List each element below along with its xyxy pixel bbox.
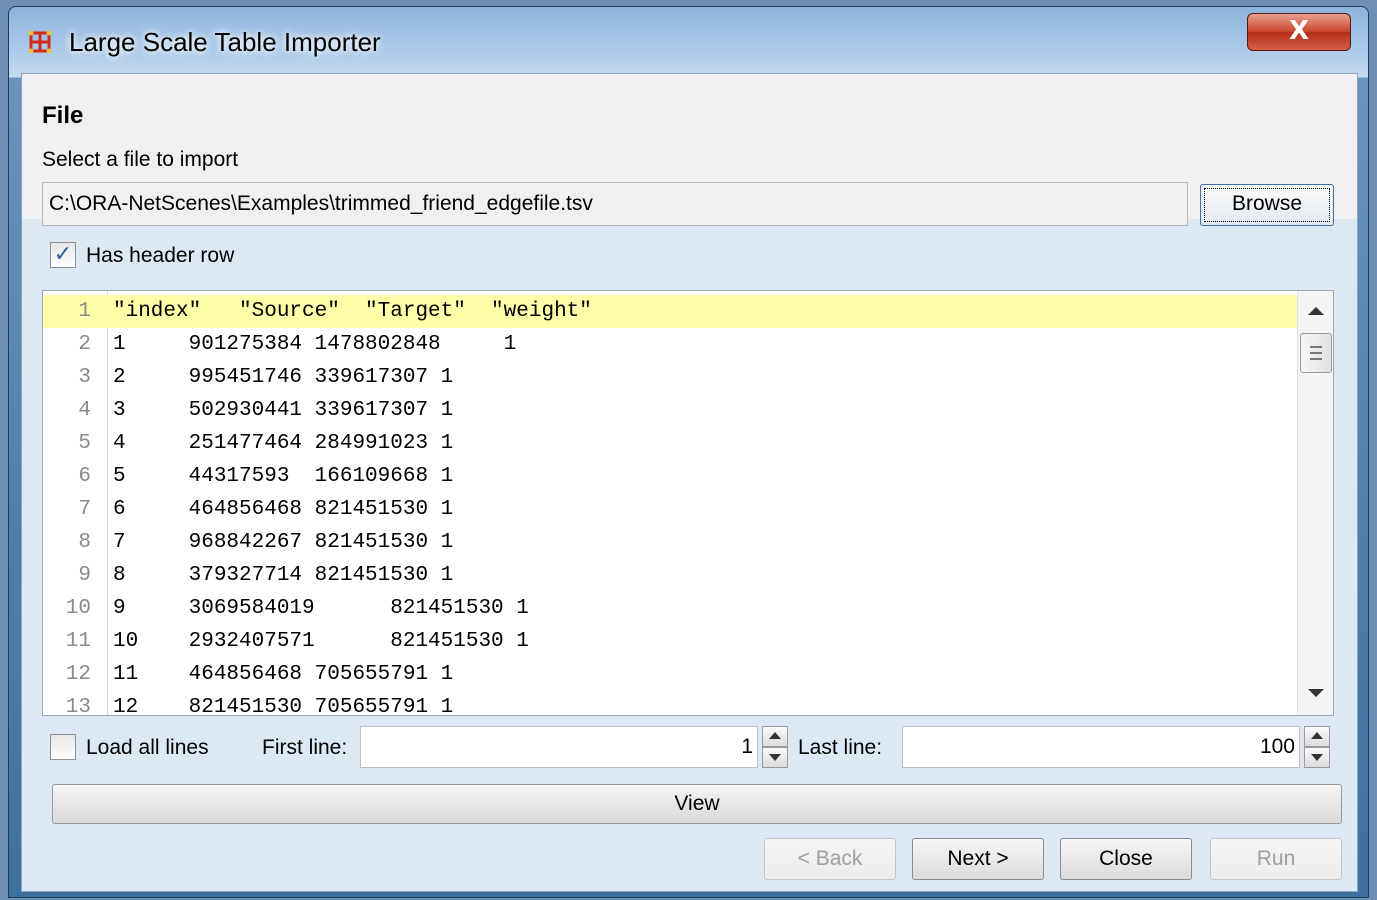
line-number: 6: [78, 465, 91, 488]
section-title: File: [42, 102, 84, 129]
first-line-spinner[interactable]: [762, 726, 788, 768]
line-content: 5 44317593 166109668 1: [113, 465, 454, 488]
next-button[interactable]: Next >: [912, 838, 1044, 880]
line-number: 13: [65, 696, 91, 716]
last-line-spinner[interactable]: [1304, 726, 1330, 768]
scroll-down-arrow-icon[interactable]: [1308, 689, 1324, 697]
window-title: Large Scale Table Importer: [69, 27, 381, 57]
vertical-scrollbar[interactable]: [1297, 291, 1333, 715]
window-close-button[interactable]: X: [1247, 13, 1351, 51]
line-number: 9: [78, 564, 91, 587]
scroll-up-arrow-icon[interactable]: [1308, 307, 1324, 315]
line-number: 1: [78, 300, 91, 323]
line-content: 12 821451530 705655791 1: [113, 696, 454, 716]
last-line-label: Last line:: [798, 736, 883, 759]
preview-line: 3 2 995451746 339617307 1: [43, 361, 1297, 394]
preview-line: 8 7 968842267 821451530 1: [43, 526, 1297, 559]
load-all-label: Load all lines: [86, 736, 209, 759]
back-button[interactable]: < Back: [764, 838, 896, 880]
preview-line: 2 1 901275384 1478802848 1: [43, 328, 1297, 361]
section-subtitle: Select a file to import: [42, 148, 239, 171]
line-range-row: Load all lines First line: 1 Last line: …: [22, 722, 1357, 774]
first-line-label: First line:: [262, 736, 348, 759]
load-all-checkbox[interactable]: [50, 734, 76, 760]
line-content: 11 464856468 705655791 1: [113, 663, 454, 686]
run-button[interactable]: Run: [1210, 838, 1342, 880]
preview-line: 6 5 44317593 166109668 1: [43, 460, 1297, 493]
first-line-decrement-icon[interactable]: [762, 747, 788, 768]
line-number: 12: [65, 663, 91, 686]
line-content: "index" "Source" "Target" "weight": [113, 300, 592, 323]
preview-line: 7 6 464856468 821451530 1: [43, 493, 1297, 526]
preview-line: 13 12 821451530 705655791 1: [43, 691, 1297, 716]
file-path-field[interactable]: C:\ORA-NetScenes\Examples\trimmed_friend…: [42, 182, 1188, 226]
line-number: 10: [65, 597, 91, 620]
preview-line: 12 11 464856468 705655791 1: [43, 658, 1297, 691]
line-content: 1 901275384 1478802848 1: [113, 333, 517, 356]
line-number: 11: [65, 630, 91, 653]
line-number: 3: [78, 366, 91, 389]
last-line-input[interactable]: 100: [902, 726, 1300, 768]
importer-window: Large Scale Table Importer X File Select…: [8, 6, 1369, 898]
line-content: 10 2932407571 821451530 1: [113, 630, 529, 653]
preview-line: 4 3 502930441 339617307 1: [43, 394, 1297, 427]
last-line-increment-icon[interactable]: [1304, 726, 1330, 747]
line-content: 4 251477464 284991023 1: [113, 432, 454, 455]
dialog-body: File Select a file to import C:\ORA-NetS…: [21, 73, 1358, 892]
line-content: 9 3069584019 821451530 1: [113, 597, 529, 620]
browse-button[interactable]: Browse: [1200, 184, 1334, 226]
line-content: 7 968842267 821451530 1: [113, 531, 454, 554]
line-number: 2: [78, 333, 91, 356]
line-content: 3 502930441 339617307 1: [113, 399, 454, 422]
preview-line: 5 4 251477464 284991023 1: [43, 427, 1297, 460]
preview-line: 9 8 379327714 821451530 1: [43, 559, 1297, 592]
line-number: 8: [78, 531, 91, 554]
line-content: 6 464856468 821451530 1: [113, 498, 454, 521]
line-number: 7: [78, 498, 91, 521]
preview-line: 10 9 3069584019 821451530 1: [43, 592, 1297, 625]
close-button[interactable]: Close: [1060, 838, 1192, 880]
preview-line: 1 "index" "Source" "Target" "weight": [43, 295, 1297, 328]
has-header-label: Has header row: [86, 244, 235, 267]
network-grid-icon: [29, 31, 51, 53]
has-header-checkbox[interactable]: ✓: [50, 242, 76, 268]
line-number: 4: [78, 399, 91, 422]
last-line-decrement-icon[interactable]: [1304, 747, 1330, 768]
line-content: 2 995451746 339617307 1: [113, 366, 454, 389]
first-line-increment-icon[interactable]: [762, 726, 788, 747]
first-line-input[interactable]: 1: [360, 726, 758, 768]
line-content: 8 379327714 821451530 1: [113, 564, 454, 587]
file-preview[interactable]: 1 "index" "Source" "Target" "weight" 2 1 90…: [42, 290, 1334, 716]
scroll-thumb[interactable]: [1300, 333, 1332, 373]
preview-line: 11 10 2932407571 821451530 1: [43, 625, 1297, 658]
line-number: 5: [78, 432, 91, 455]
title-bar[interactable]: Large Scale Table Importer X: [9, 7, 1368, 77]
view-button[interactable]: View: [52, 784, 1342, 824]
